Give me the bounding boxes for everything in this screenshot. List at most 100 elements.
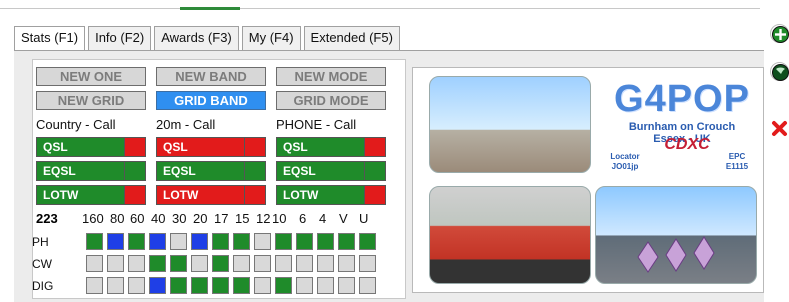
grid-mode-button[interactable]: GRID MODE — [276, 91, 386, 110]
tab-strip: Stats (F1) Info (F2) Awards (F3) My (F4)… — [14, 26, 400, 50]
mode-eqsl-flag — [364, 162, 385, 180]
band-label-V: V — [339, 211, 348, 226]
band-label-12: 12 — [256, 211, 271, 226]
mode-eqsl-label: EQSL — [277, 162, 364, 180]
new-mode-button[interactable]: NEW MODE — [276, 67, 386, 86]
card-epc-label: EPC — [728, 152, 746, 161]
tab-awards[interactable]: Awards (F3) — [154, 26, 239, 50]
band-label-17: 17 — [214, 211, 229, 226]
tab-my[interactable]: My (F4) — [241, 26, 301, 50]
grid-band-button[interactable]: GRID BAND — [156, 91, 266, 110]
grid-cell — [296, 233, 313, 250]
band-label-6: 6 — [299, 211, 307, 226]
progress-marker — [180, 7, 240, 10]
grid-cell — [317, 233, 334, 250]
country-lotw-label: LOTW — [37, 186, 124, 204]
grid-cell — [86, 255, 103, 272]
band-label-80: 80 — [110, 211, 125, 226]
grid-cell — [149, 255, 166, 272]
mode-call-label: PHONE - Call — [276, 117, 357, 132]
grid-cell — [254, 255, 271, 272]
red-x-icon[interactable] — [770, 119, 789, 138]
band-lotw-label: LOTW — [157, 186, 244, 204]
tab-extended[interactable]: Extended (F5) — [303, 26, 400, 50]
band-label-30: 30 — [172, 211, 187, 226]
grid-cell — [86, 277, 103, 294]
band-label-160: 160 — [82, 211, 104, 226]
grid-cell — [254, 277, 271, 294]
grid-cell — [275, 277, 292, 294]
globe-icon[interactable] — [770, 62, 789, 81]
grid-cell — [317, 277, 334, 294]
grid-cell — [191, 277, 208, 294]
card-logo: G4POP Burnham on Crouch Essex - UK — [602, 78, 762, 145]
mode-lotw-flag — [364, 186, 385, 204]
band-label-10: 10 — [272, 211, 287, 226]
band-count: 223 — [36, 211, 58, 226]
grid-cell — [338, 233, 355, 250]
band-label-60: 60 — [130, 211, 145, 226]
grid-cell — [275, 255, 292, 272]
band-qsl-label: QSL — [157, 138, 244, 156]
band-lotw-flag — [244, 186, 265, 204]
new-grid-button[interactable]: NEW GRID — [36, 91, 146, 110]
band-lotw-row: LOTW — [156, 185, 266, 205]
country-eqsl-row: EQSL — [36, 161, 146, 181]
grid-cell — [86, 233, 103, 250]
new-one-button[interactable]: NEW ONE — [36, 67, 146, 86]
card-locator-value: JO01jp — [611, 162, 639, 171]
new-band-button[interactable]: NEW BAND — [156, 67, 266, 86]
grid-cell — [233, 255, 250, 272]
grid-cell — [338, 277, 355, 294]
country-eqsl-flag — [124, 162, 145, 180]
tab-stats[interactable]: Stats (F1) — [14, 26, 86, 50]
card-callsign: G4POP — [614, 78, 750, 120]
grid-cell — [338, 255, 355, 272]
grid-cell — [359, 277, 376, 294]
country-qsl-row: QSL — [36, 137, 146, 157]
grid-cell — [317, 255, 334, 272]
grid-cell — [128, 255, 145, 272]
band-label-15: 15 — [235, 211, 250, 226]
grid-cell — [233, 277, 250, 294]
card-locator-label: Locator — [610, 152, 640, 161]
country-eqsl-label: EQSL — [37, 162, 124, 180]
grid-cell — [254, 233, 271, 250]
mode-qsl-label: QSL — [277, 138, 364, 156]
grid-cell — [107, 255, 124, 272]
grid-cell — [212, 233, 229, 250]
band-qsl-flag — [244, 138, 265, 156]
grid-cell — [233, 233, 250, 250]
mode-lotw-label: LOTW — [277, 186, 364, 204]
grid-cell — [359, 255, 376, 272]
grid-cell — [170, 255, 187, 272]
card-photo-operator — [429, 186, 591, 284]
country-call-label: Country - Call — [36, 117, 116, 132]
mode-lotw-row: LOTW — [276, 185, 386, 205]
grid-cell — [128, 233, 145, 250]
card-photo-street — [595, 186, 757, 284]
app-root: Stats (F1) Info (F2) Awards (F3) My (F4)… — [0, 0, 789, 302]
top-divider — [0, 8, 760, 9]
mode-qsl-row: QSL — [276, 137, 386, 157]
grid-cell — [212, 277, 229, 294]
tab-info[interactable]: Info (F2) — [88, 26, 152, 50]
mode-eqsl-row: EQSL — [276, 161, 386, 181]
mode-label-dig: DIG — [32, 279, 54, 293]
band-label-40: 40 — [151, 211, 166, 226]
band-eqsl-flag — [244, 162, 265, 180]
stats-panel: NEW ONE NEW BAND NEW MODE NEW GRID GRID … — [14, 50, 764, 302]
grid-cell — [296, 277, 313, 294]
grid-cell — [191, 233, 208, 250]
country-qsl-flag — [124, 138, 145, 156]
country-lotw-row: LOTW — [36, 185, 146, 205]
plus-circle-icon[interactable] — [770, 24, 789, 43]
country-lotw-flag — [124, 186, 145, 204]
grid-cell — [275, 233, 292, 250]
band-eqsl-label: EQSL — [157, 162, 244, 180]
grid-cell — [212, 255, 229, 272]
band-eqsl-row: EQSL — [156, 161, 266, 181]
award-diamonds-icon — [637, 236, 715, 273]
country-qsl-label: QSL — [37, 138, 124, 156]
grid-cell — [149, 277, 166, 294]
